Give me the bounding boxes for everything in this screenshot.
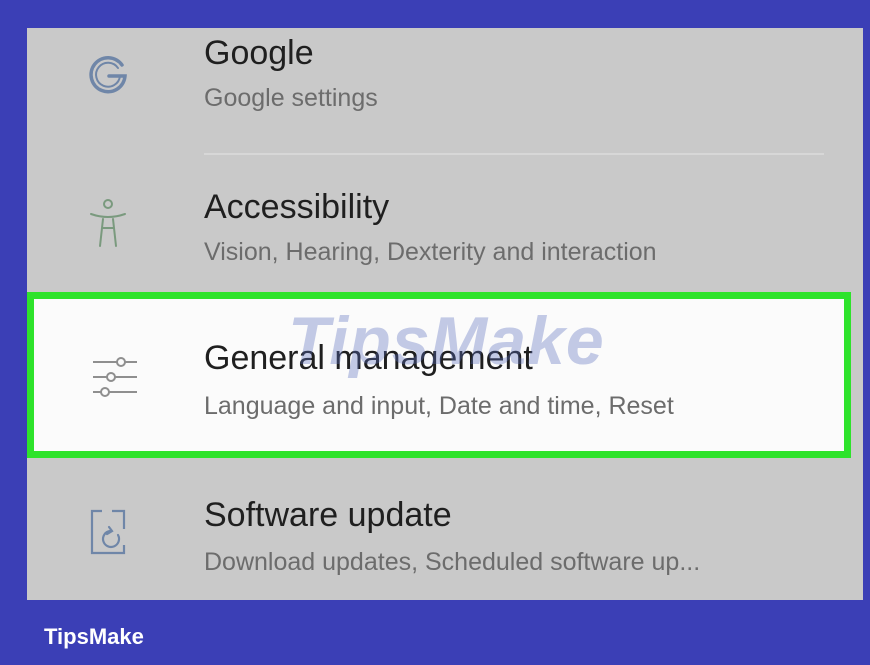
brand-logo: TipsMake (44, 624, 144, 649)
settings-item-google[interactable]: Google Google settings (27, 28, 863, 148)
settings-item-accessibility[interactable]: Accessibility Vision, Hearing, Dexterity… (27, 168, 863, 288)
settings-item-title: Software update (204, 496, 452, 534)
settings-item-subtitle: Google settings (204, 84, 378, 112)
settings-item-software-update[interactable]: Software update Download updates, Schedu… (27, 476, 863, 600)
google-icon (82, 50, 134, 102)
sliders-icon (89, 351, 141, 403)
divider (204, 153, 824, 155)
settings-item-title: Accessibility (204, 188, 390, 226)
settings-item-title: Google (204, 34, 314, 72)
settings-item-subtitle: Download updates, Scheduled software up.… (204, 548, 701, 576)
settings-item-subtitle: Language and input, Date and time, Reset (204, 392, 674, 420)
watermark: TipsMake (288, 303, 605, 379)
accessibility-icon (82, 198, 134, 250)
software-update-icon (82, 506, 134, 558)
settings-item-subtitle: Vision, Hearing, Dexterity and interacti… (204, 238, 657, 266)
